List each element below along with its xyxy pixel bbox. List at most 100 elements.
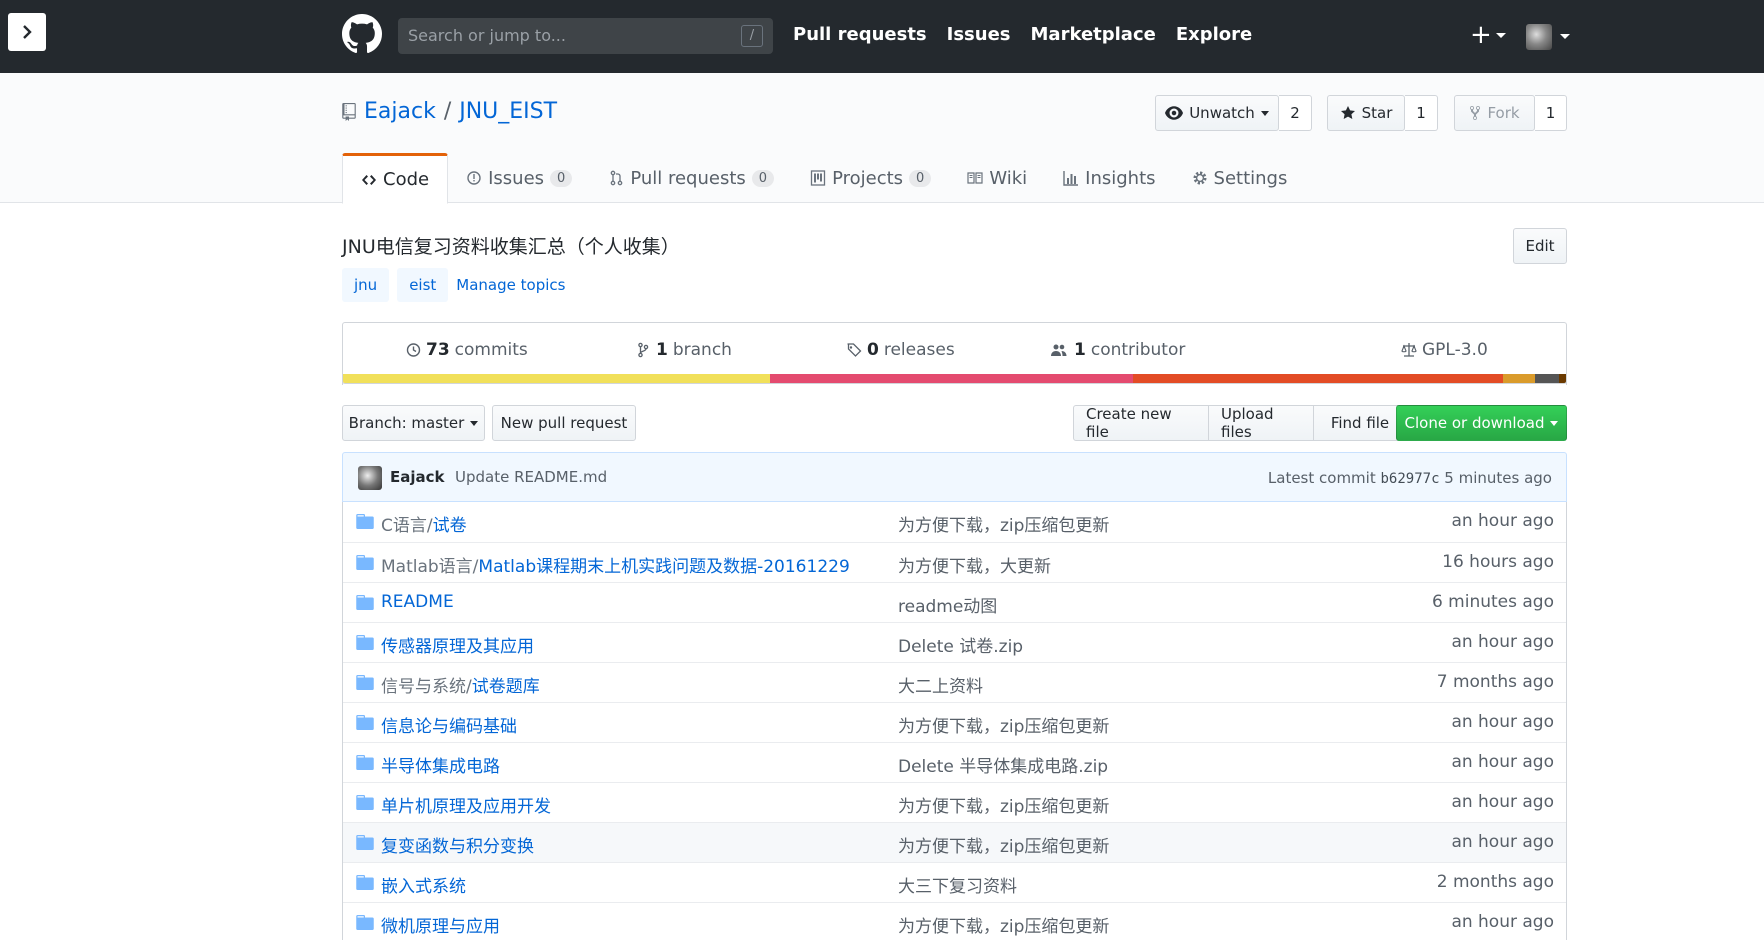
repo-description: JNU电信复习资料收集汇总（个人收集） — [342, 236, 680, 258]
file-name-link[interactable]: 传感器原理及其应用 — [381, 632, 534, 657]
chevron-down-icon — [470, 420, 479, 426]
file-commit-message[interactable]: 为方便下载，zip压缩包更新 — [898, 912, 1109, 937]
file-name-link[interactable]: 信息论与编码基础 — [381, 712, 517, 737]
releases-count: 0 — [867, 340, 879, 360]
nav-explore[interactable]: Explore — [1176, 24, 1252, 45]
contributors-summary[interactable]: 1 contributor — [1049, 340, 1185, 360]
topic-tag[interactable]: jnu — [342, 268, 390, 302]
repo-icon — [342, 102, 356, 121]
star-label: Star — [1361, 104, 1393, 122]
file-name-link[interactable]: 微机原理与应用 — [381, 912, 500, 937]
commits-summary[interactable]: 73 commits — [405, 340, 528, 360]
topic-tag[interactable]: eist — [397, 268, 449, 302]
code-icon — [362, 174, 376, 185]
chevron-down-icon[interactable] — [1560, 34, 1570, 39]
file-row: 半导体集成电路 Delete 半导体集成电路.zip an hour ago — [343, 742, 1566, 782]
new-pull-request-button[interactable]: New pull request — [492, 405, 636, 441]
issue-icon — [467, 171, 481, 185]
search-placeholder: Search or jump to... — [408, 26, 566, 45]
fork-button[interactable]: Fork — [1454, 95, 1535, 131]
folder-icon — [356, 635, 374, 650]
file-commit-message[interactable]: 为方便下载，zip压缩包更新 — [898, 712, 1109, 737]
commit-author[interactable]: Eajack — [390, 468, 445, 486]
file-name-link[interactable]: README — [381, 592, 454, 612]
commits-count: 73 — [426, 340, 450, 360]
file-commit-message[interactable]: Delete 半导体集成电路.zip — [898, 752, 1108, 777]
nav-marketplace[interactable]: Marketplace — [1031, 24, 1156, 45]
language-bar[interactable] — [342, 374, 1567, 384]
edit-description-button[interactable]: Edit — [1513, 228, 1567, 264]
file-commit-message[interactable]: 为方便下载，zip压缩包更新 — [898, 792, 1109, 817]
forks-count[interactable]: 1 — [1535, 95, 1567, 131]
tab-settings[interactable]: Settings — [1174, 153, 1306, 203]
path-prefix: Matlab语言/ — [381, 557, 479, 577]
file-name-link[interactable]: Matlab语言/Matlab课程期末上机实践问题及数据-20161229 — [381, 552, 850, 577]
file-commit-age: 2 months ago — [1436, 872, 1554, 892]
commits-label: commits — [454, 340, 528, 360]
file-name-link[interactable]: 复变函数与积分变换 — [381, 832, 534, 857]
file-commit-message[interactable]: 为方便下载，zip压缩包更新 — [898, 832, 1109, 857]
star-button[interactable]: Star — [1327, 95, 1405, 131]
file-row: 嵌入式系统 大三下复习资料 2 months ago — [343, 862, 1566, 902]
file-row: README readme动图 6 minutes ago — [343, 582, 1566, 622]
sidebar-toggle-button[interactable] — [8, 13, 46, 51]
search-input[interactable]: Search or jump to... / — [398, 18, 773, 54]
create-new-file-button[interactable]: Create new file — [1073, 405, 1209, 441]
stars-count[interactable]: 1 — [1405, 95, 1438, 131]
unwatch-button[interactable]: Unwatch — [1155, 95, 1279, 131]
tab-insights[interactable]: Insights — [1045, 153, 1173, 203]
pull-request-icon — [610, 170, 623, 186]
repo-title: Eajack / JNU_EIST — [342, 99, 557, 124]
tab-wiki[interactable]: Wiki — [949, 153, 1045, 203]
file-commit-message[interactable]: 大三下复习资料 — [898, 872, 1017, 897]
file-commit-message[interactable]: 为方便下载，大更新 — [898, 552, 1051, 577]
file-name: 试卷 — [432, 516, 467, 536]
nav-pull-requests[interactable]: Pull requests — [793, 24, 927, 45]
file-commit-message[interactable]: 为方便下载，zip压缩包更新 — [898, 511, 1109, 536]
find-file-button[interactable]: Find file — [1313, 405, 1407, 441]
github-logo-icon[interactable] — [342, 14, 382, 54]
file-name-link[interactable]: 半导体集成电路 — [381, 752, 500, 777]
upload-files-button[interactable]: Upload files — [1208, 405, 1314, 441]
nav-issues[interactable]: Issues — [947, 24, 1011, 45]
tab-pull-requests[interactable]: Pull requests 0 — [590, 153, 792, 203]
watchers-count[interactable]: 2 — [1279, 95, 1312, 131]
folder-icon — [356, 675, 374, 690]
tab-issues[interactable]: Issues 0 — [448, 153, 590, 203]
create-new-dropdown[interactable]: + — [1470, 22, 1506, 48]
language-segment[interactable] — [1503, 374, 1535, 383]
user-avatar[interactable] — [1526, 24, 1552, 50]
language-segment[interactable] — [1558, 374, 1566, 383]
commit-message[interactable]: Update README.md — [455, 468, 607, 486]
language-segment[interactable] — [1534, 374, 1559, 383]
license-summary[interactable]: GPL-3.0 — [1401, 340, 1488, 360]
repo-owner-link[interactable]: Eajack — [364, 99, 436, 124]
project-icon — [810, 170, 826, 186]
file-row: 微机原理与应用 为方便下载，zip压缩包更新 an hour ago — [343, 902, 1566, 940]
branch-summary[interactable]: 1 branch — [635, 340, 732, 360]
file-name-link[interactable]: 信号与系统/试卷题库 — [381, 672, 540, 697]
tab-projects[interactable]: Projects 0 — [792, 153, 949, 203]
clone-or-download-button[interactable]: Clone or download — [1396, 405, 1567, 441]
file-commit-message[interactable]: Delete 试卷.zip — [898, 632, 1023, 657]
tab-code[interactable]: Code — [342, 153, 449, 204]
language-segment[interactable] — [343, 374, 771, 383]
folder-icon — [356, 595, 374, 610]
language-segment[interactable] — [1132, 374, 1504, 383]
file-name-link[interactable]: 单片机原理及应用开发 — [381, 792, 551, 817]
people-icon — [1051, 344, 1067, 356]
file-commit-message[interactable]: readme动图 — [898, 592, 997, 617]
tag-icon — [847, 343, 862, 357]
manage-topics-link[interactable]: Manage topics — [456, 276, 565, 294]
language-segment[interactable] — [770, 374, 1133, 383]
file-name-link[interactable]: C语言/试卷 — [381, 511, 467, 536]
commit-author-avatar[interactable] — [358, 466, 382, 490]
tab-label: Code — [383, 169, 430, 190]
commit-sha-link[interactable]: b62977c — [1381, 471, 1440, 487]
file-commit-age: an hour ago — [1451, 752, 1554, 772]
file-name-link[interactable]: 嵌入式系统 — [381, 872, 466, 897]
releases-summary[interactable]: 0 releases — [846, 340, 955, 360]
branch-select-button[interactable]: Branch: master — [342, 405, 485, 441]
file-commit-message[interactable]: 大二上资料 — [898, 672, 983, 697]
repo-name-link[interactable]: JNU_EIST — [459, 99, 557, 124]
